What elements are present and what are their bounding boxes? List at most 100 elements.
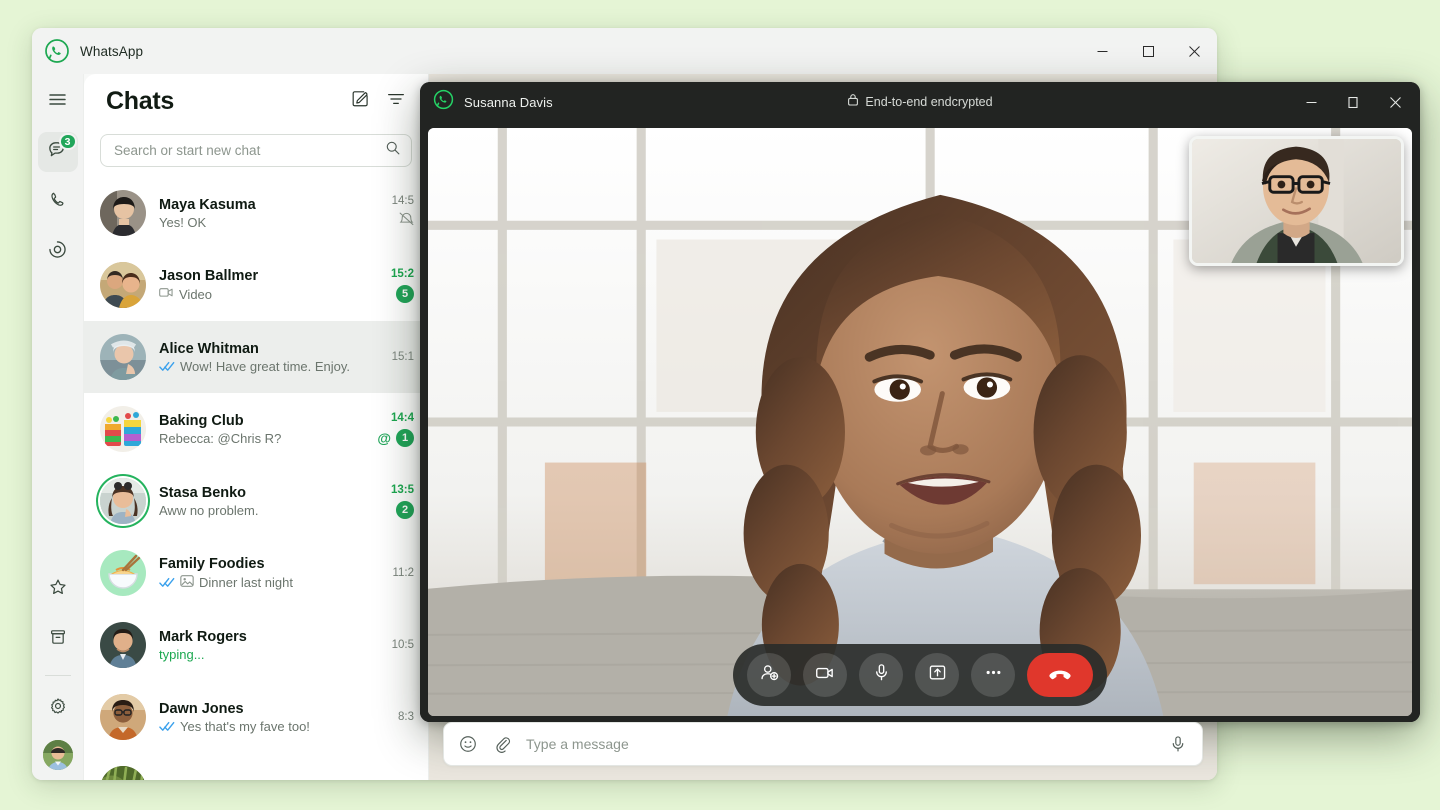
chat-timestamp: 11:2: [392, 567, 414, 579]
avatar[interactable]: [100, 766, 146, 780]
phone-icon: [48, 190, 68, 215]
chat-list-item[interactable]: Ziggy Woodley 9:43: [84, 753, 428, 780]
search-icon[interactable]: [385, 140, 401, 161]
chat-item-text: Family Foodies Dinner last night: [159, 556, 359, 591]
new-chat-button[interactable]: [344, 85, 376, 117]
chat-timestamp: 15:2: [390, 267, 414, 280]
screen-share-icon: [927, 662, 948, 688]
chat-preview: Yes! OK: [159, 215, 359, 230]
maximize-icon[interactable]: [1332, 82, 1374, 122]
avatar[interactable]: [100, 550, 146, 596]
sidebar-item-menu[interactable]: [38, 82, 78, 122]
chat-name: Jason Ballmer: [159, 268, 259, 284]
end-call-button[interactable]: [1027, 653, 1093, 697]
end-call-icon: [1046, 659, 1074, 692]
chat-item-text: Dawn Jones Yes that's my fave too!: [159, 701, 359, 734]
avatar[interactable]: [100, 262, 146, 308]
close-icon[interactable]: [1171, 28, 1217, 74]
chat-meta: 14:5: [372, 195, 414, 231]
toggle-video-button[interactable]: [803, 653, 847, 697]
sidebar-item-starred[interactable]: [38, 569, 78, 609]
chat-list-item[interactable]: Family Foodies Dinner last night 11:2: [84, 537, 428, 609]
muted-icon: [399, 212, 414, 231]
avatar[interactable]: [100, 694, 146, 740]
chat-list-scroll[interactable]: Maya Kasuma Yes! OK 14:5 Jason Ballmer V…: [84, 177, 428, 780]
sidebar-item-settings[interactable]: [38, 688, 78, 728]
toggle-mic-button[interactable]: [859, 653, 903, 697]
message-input[interactable]: [526, 736, 1154, 752]
image-icon: [180, 574, 194, 591]
chat-timestamp: 14:5: [391, 195, 414, 207]
chat-preview: typing...: [159, 647, 359, 662]
chat-list-header: Chats: [84, 74, 428, 128]
minimize-icon[interactable]: [1290, 82, 1332, 122]
sidebar-item-archived[interactable]: [38, 619, 78, 659]
composer-area: [429, 712, 1217, 780]
call-stage: [420, 122, 1420, 722]
chat-list-item[interactable]: Maya Kasuma Yes! OK 14:5: [84, 177, 428, 249]
chat-timestamp: 10:5: [391, 639, 414, 651]
call-peer-name: Susanna Davis: [464, 94, 553, 110]
chat-list-item[interactable]: Jason Ballmer Video 15:2 5: [84, 249, 428, 321]
maximize-icon[interactable]: [1125, 28, 1171, 74]
chats-unread-badge: 3: [58, 133, 77, 150]
avatar[interactable]: [100, 478, 146, 524]
chat-list-item[interactable]: Alice Whitman Wow! Have great time. Enjo…: [84, 321, 428, 393]
chat-list-item[interactable]: Dawn Jones Yes that's my fave too! 8:3: [84, 681, 428, 753]
star-icon: [48, 577, 68, 602]
emoji-smiley-icon[interactable]: [458, 734, 478, 754]
sidebar-item-calls[interactable]: [38, 182, 78, 222]
chat-indicators: 5: [396, 284, 414, 303]
avatar[interactable]: [100, 622, 146, 668]
page-title: Chats: [106, 86, 174, 115]
chat-meta: 11:2: [372, 567, 414, 579]
chat-name: Stasa Benko: [159, 484, 247, 501]
chat-preview: Aww no problem.: [159, 503, 359, 518]
gear-icon: [48, 696, 68, 721]
message-composer[interactable]: [443, 722, 1203, 766]
new-chat-pencil-icon: [350, 89, 370, 114]
chat-name: Dawn Jones: [159, 700, 244, 717]
sidebar-item-status[interactable]: [38, 232, 78, 272]
chat-name: Mark Rogers: [159, 628, 247, 645]
chat-indicators: 2: [396, 500, 414, 519]
chat-preview: Video: [159, 286, 359, 302]
chat-meta: 15:2 5: [372, 268, 414, 303]
minimize-icon[interactable]: [1079, 28, 1125, 74]
app-title: WhatsApp: [80, 43, 144, 59]
chat-preview-text: typing...: [159, 646, 205, 662]
lock-icon: [847, 93, 859, 111]
chat-preview: Dinner last night: [159, 574, 359, 591]
paperclip-icon[interactable]: [492, 734, 512, 754]
video-camera-icon: [159, 286, 174, 302]
chat-meta: 13:5 2: [372, 484, 414, 519]
chat-list-item[interactable]: Stasa Benko Aww no problem. 13:5 2: [84, 465, 428, 537]
status-circle-icon: [47, 239, 68, 265]
search-input[interactable]: [114, 143, 385, 158]
self-video-feed[interactable]: [1189, 136, 1404, 266]
chat-item-text: Mark Rogers typing...: [159, 629, 359, 662]
unread-count-badge: 1: [396, 428, 414, 447]
chat-item-text: Stasa Benko Aww no problem.: [159, 485, 359, 518]
close-icon[interactable]: [1374, 82, 1416, 122]
more-options-button[interactable]: [971, 653, 1015, 697]
chat-list-item[interactable]: Baking Club Rebecca: @Chris R? 14:4 @1: [84, 393, 428, 465]
chat-timestamp: 8:3: [398, 711, 414, 723]
chat-meta: 8:3: [372, 711, 414, 723]
call-window-controls: [1290, 82, 1416, 122]
chat-preview: Rebecca: @Chris R?: [159, 431, 359, 446]
chat-meta: 15:1: [372, 351, 414, 363]
add-participant-button[interactable]: [747, 653, 791, 697]
share-screen-button[interactable]: [915, 653, 959, 697]
chat-list-item[interactable]: Mark Rogers typing... 10:5: [84, 609, 428, 681]
avatar[interactable]: [100, 334, 146, 380]
filter-button[interactable]: [380, 85, 412, 117]
sidebar-item-chats[interactable]: 3: [37, 132, 78, 172]
avatar[interactable]: [42, 740, 73, 770]
avatar[interactable]: [100, 190, 146, 236]
microphone-icon[interactable]: [1168, 734, 1188, 754]
avatar[interactable]: [100, 406, 146, 452]
chat-preview: Wow! Have great time. Enjoy.: [159, 359, 359, 374]
search-box[interactable]: [100, 134, 412, 167]
chat-item-text: Maya Kasuma Yes! OK: [159, 197, 359, 230]
